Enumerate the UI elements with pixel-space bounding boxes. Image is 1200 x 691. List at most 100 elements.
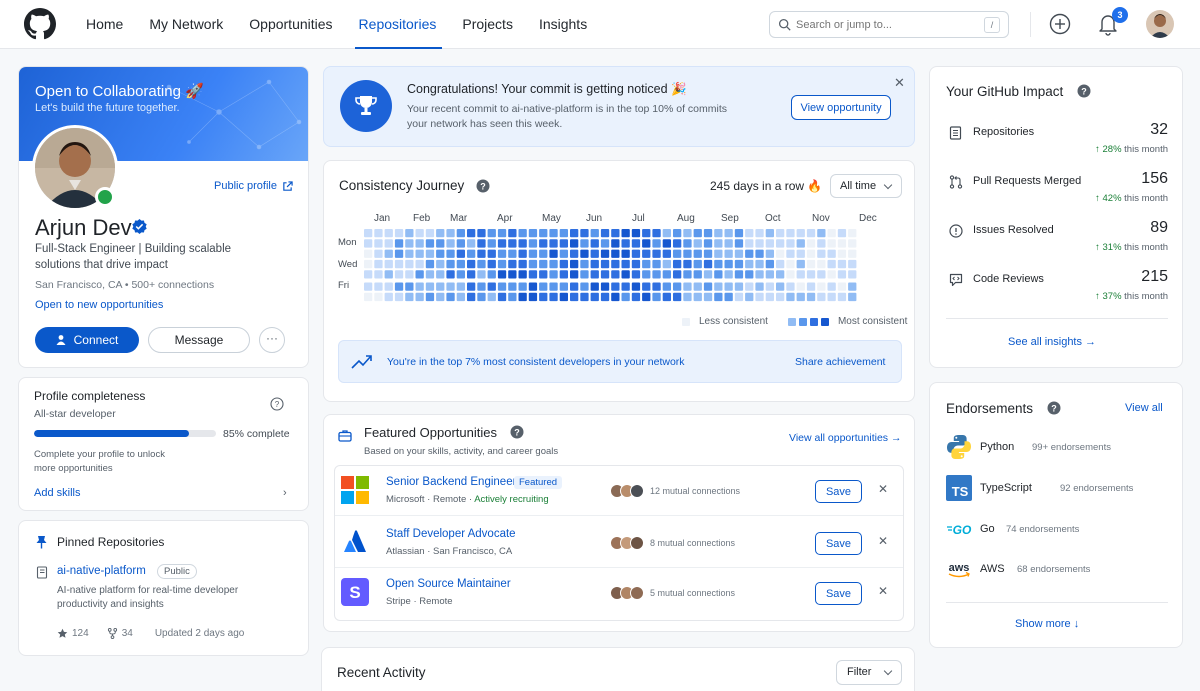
banner-subtitle: Let's build the future together.	[35, 102, 180, 114]
month-label: Mar	[450, 213, 468, 224]
heatmap-cell	[683, 270, 692, 279]
add-skills-link[interactable]: Add skills	[34, 487, 80, 499]
job-location: San Francisco, CA	[433, 546, 513, 557]
view-opportunity-button[interactable]: View opportunity	[791, 95, 891, 120]
endorsement-item[interactable]: Python 99+ endorsements	[946, 434, 1168, 464]
search-input[interactable]	[796, 16, 976, 34]
heatmap-cell	[425, 270, 435, 279]
endorsement-item[interactable]: GO Go 74 endorsements	[946, 516, 1168, 546]
open-to-opportunities-link[interactable]: Open to new opportunities	[35, 299, 163, 311]
help-question-icon[interactable]: ?	[510, 425, 524, 439]
heatmap-cell	[467, 259, 476, 269]
endorsement-item[interactable]: aws AWS 68 endorsements	[946, 556, 1168, 586]
help-question-icon[interactable]: ?	[1077, 84, 1091, 98]
connect-button[interactable]: Connect	[35, 327, 139, 353]
save-button[interactable]: Save	[815, 480, 862, 503]
heatmap-cell	[549, 239, 558, 248]
mutual-avatar	[630, 586, 644, 600]
heatmap-cell	[817, 229, 826, 238]
mutual-avatar	[630, 536, 644, 550]
impact-stat-code-reviews[interactable]: Code Reviews 215 ↑ 37% this month	[946, 267, 1168, 312]
dismiss-icon[interactable]: ✕	[878, 482, 888, 496]
see-all-insights-link[interactable]: See all insights →	[1008, 336, 1096, 348]
heatmap-cell	[467, 249, 476, 258]
divider	[946, 318, 1168, 319]
heatmap-cell	[796, 229, 805, 238]
impact-stat-issues[interactable]: Issues Resolved 89 ↑ 31% this month	[946, 218, 1168, 263]
pinned-repo-name[interactable]: ai-native-platform	[57, 565, 146, 577]
heatmap-cell	[827, 282, 836, 291]
heatmap-cell	[755, 292, 764, 302]
congrats-description: Your recent commit to ai-native-platform…	[407, 103, 727, 130]
job-title[interactable]: Open Source Maintainer	[386, 578, 511, 590]
endorsement-item[interactable]: TS TypeScript 92 endorsements	[946, 475, 1168, 505]
impact-stat-repositories[interactable]: Repositories 32 ↑ 28% this month	[946, 120, 1168, 165]
heatmap-cell	[549, 270, 558, 279]
endorsement-skill: TypeScript	[980, 482, 1032, 494]
dismiss-icon[interactable]: ✕	[878, 534, 888, 548]
opportunity-row[interactable]: Senior Backend Engineer Featured Microso…	[335, 466, 903, 516]
heatmap-cell	[765, 292, 774, 302]
user-avatar[interactable]	[1146, 10, 1174, 38]
job-company: Microsoft	[386, 494, 425, 505]
chevron-right-icon[interactable]: ›	[283, 487, 287, 499]
github-logo-icon[interactable]	[24, 8, 56, 40]
nav-insights[interactable]: Insights	[539, 0, 587, 49]
create-plus-icon[interactable]	[1049, 13, 1071, 35]
job-title[interactable]: Senior Backend Engineer	[386, 476, 516, 488]
month-label: Jul	[632, 213, 645, 224]
heatmap-cell	[580, 282, 589, 291]
endorsement-skill: Go	[980, 523, 995, 535]
nav-home[interactable]: Home	[86, 0, 123, 49]
help-question-icon[interactable]: ?	[270, 397, 284, 411]
more-options-button[interactable]: ···	[259, 327, 285, 353]
heatmap-cell	[724, 259, 733, 269]
message-button[interactable]: Message	[148, 327, 250, 353]
public-profile-link[interactable]: Public profile	[214, 180, 293, 192]
time-range-select[interactable]: All time	[830, 174, 902, 198]
nav-projects[interactable]: Projects	[462, 0, 513, 49]
search-box[interactable]: /	[769, 11, 1009, 38]
nav-my-network[interactable]: My Network	[149, 0, 223, 49]
help-question-icon[interactable]: ?	[476, 179, 490, 193]
view-all-opportunities-link[interactable]: View all opportunities →	[789, 432, 901, 444]
show-more-link[interactable]: Show more ↓	[1015, 618, 1079, 630]
close-icon[interactable]: ✕	[894, 75, 905, 91]
add-person-icon	[56, 335, 66, 345]
heatmap-cell	[364, 239, 373, 248]
nav-opportunities[interactable]: Opportunities	[249, 0, 332, 49]
heatmap-cell	[611, 229, 620, 238]
view-all-endorsements-link[interactable]: View all	[1125, 402, 1163, 414]
heatmap-cell	[374, 239, 383, 248]
opportunity-row[interactable]: Staff Developer Advocate Atlassian · San…	[335, 518, 903, 568]
help-question-icon[interactable]: ?	[1047, 401, 1061, 415]
nav-repositories[interactable]: Repositories	[354, 0, 443, 49]
completeness-level: All-star developer	[34, 408, 116, 420]
share-achievement-link[interactable]: Share achievement	[795, 356, 885, 368]
dismiss-icon[interactable]: ✕	[878, 584, 888, 598]
heatmap-cell	[487, 239, 496, 248]
profile-location-connections: San Francisco, CA • 500+ connections	[35, 279, 215, 291]
heatmap-cell	[745, 239, 754, 248]
heatmap-cell	[662, 239, 671, 248]
heatmap-cell	[580, 270, 589, 279]
filter-select[interactable]: Filter	[836, 660, 902, 685]
heatmap-cell	[817, 292, 826, 302]
consistency-rank-banner: You're in the top 7% most consistent dev…	[338, 340, 902, 383]
heatmap-cell	[446, 292, 455, 302]
heatmap-cell	[796, 282, 805, 291]
heatmap-cell	[703, 239, 713, 248]
save-button[interactable]: Save	[815, 582, 862, 605]
heatmap-cell	[436, 239, 445, 248]
heatmap-cell	[827, 229, 836, 238]
heatmap-cell	[415, 282, 424, 291]
heatmap-cell	[703, 229, 713, 238]
impact-stat-pull-requests[interactable]: Pull Requests Merged 156 ↑ 42% this mont…	[946, 169, 1168, 214]
heatmap-cell	[600, 292, 610, 302]
opportunity-row[interactable]: S Open Source Maintainer Stripe · Remote…	[335, 568, 903, 618]
heatmap-cell	[683, 239, 692, 248]
job-title[interactable]: Staff Developer Advocate	[386, 528, 516, 540]
stat-value: 215	[1141, 268, 1168, 285]
save-button[interactable]: Save	[815, 532, 862, 555]
heatmap-cell	[590, 229, 599, 238]
